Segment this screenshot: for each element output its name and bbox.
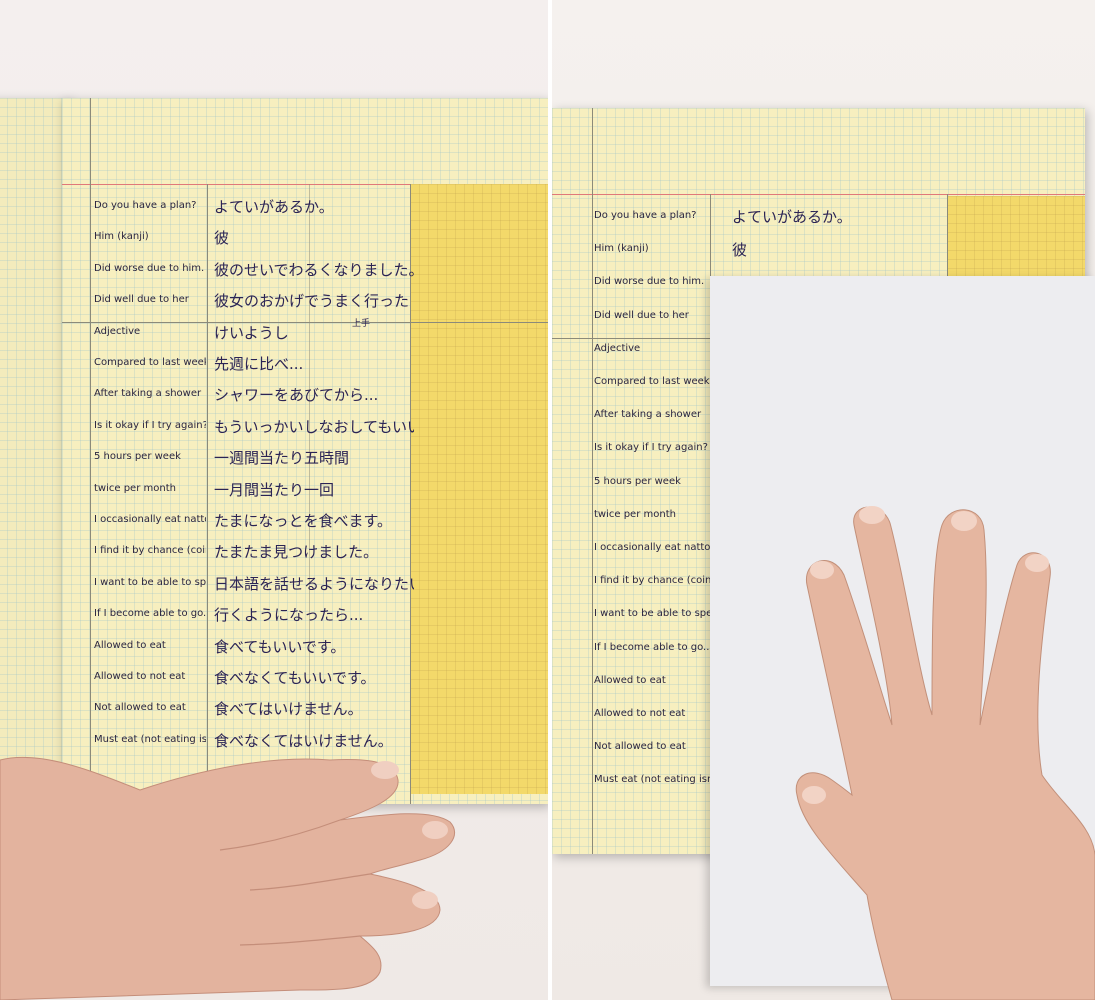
english-phrase: I want to be able to speak Japanese	[94, 576, 206, 588]
japanese-phrase: 先週に比べ...	[214, 355, 304, 373]
english-phrase: I occasionally eat natto	[94, 514, 206, 525]
english-phrase: Did worse due to him.	[594, 276, 705, 288]
english-phrase: Adjective	[594, 342, 641, 354]
column-divider	[207, 184, 208, 804]
english-phrase: Adjective	[94, 325, 141, 337]
japanese-phrase: たまたま見つけました。	[214, 543, 379, 562]
margin-line	[90, 98, 91, 804]
english-phrase: Compared to last week..	[94, 357, 206, 368]
english-phrase: Do you have a plan?	[94, 200, 197, 211]
english-phrase: Must eat (not eating isn't allowed)	[594, 774, 712, 786]
top-red-line	[552, 194, 1085, 195]
japanese-phrase: 彼	[732, 241, 748, 260]
english-phrase: 5 hours per week	[94, 451, 181, 463]
english-phrase: twice per month	[594, 508, 676, 520]
english-phrase: I occasionally eat natto	[594, 542, 711, 553]
english-phrase: Do you have a plan?	[594, 210, 697, 221]
english-phrase: If I become able to go..	[594, 641, 710, 653]
english-phrase: If I become able to go..	[94, 608, 206, 620]
margin-line	[592, 108, 593, 854]
english-phrase: Allowed to eat	[594, 674, 666, 686]
japanese-phrase: 彼	[214, 229, 230, 248]
english-phrase: I find it by chance (coincidence)	[94, 545, 206, 557]
english-phrase: After taking a shower	[594, 409, 702, 421]
right-photo: Do you have a plan? よていがあるか。 Him (kanji) 彼 D…	[552, 0, 1095, 1000]
english-phrase: 5 hours per week	[594, 475, 681, 487]
english-phrase: Not allowed to eat	[594, 741, 686, 753]
english-phrase: Compared to last week	[594, 376, 710, 387]
english-phrase: Him (kanji)	[594, 243, 649, 255]
english-phrase: After taking a shower	[94, 388, 202, 400]
japanese-phrase: 一週間当たり五時間	[214, 449, 350, 468]
highlight-column	[947, 196, 1085, 278]
english-phrase: I want to be able to speak Japanese	[594, 608, 712, 620]
japanese-phrase: よていがあるか。	[214, 198, 334, 216]
english-phrase: Did well due to her	[594, 309, 689, 321]
english-phrase: I find it by chance (coincidence)	[594, 575, 712, 587]
japanese-phrase: 食べなくてもいいです。	[214, 669, 376, 687]
english-phrase: Allowed to not eat	[94, 671, 186, 682]
japanese-phrase: たまになっとを食べます。	[214, 512, 393, 530]
hand	[795, 506, 1095, 1000]
english-phrase: Did worse due to him.	[94, 262, 205, 274]
japanese-phrase: 彼のせいでわるくなりました。	[214, 260, 414, 279]
japanese-phrase: 行くようになったら...	[214, 606, 364, 625]
left-photo: 上手 Do you have a plan? よていがあるか。 Him (kanji…	[0, 0, 548, 1000]
english-phrase: Not allowed to eat	[94, 702, 186, 714]
english-phrase: Him (kanji)	[94, 231, 149, 243]
japanese-phrase: 食べてはいけません。	[214, 700, 363, 719]
japanese-phrase: よていがあるか。	[732, 208, 852, 226]
english-phrase: Is it okay if I try again? (to do it)	[594, 442, 712, 454]
column-divider	[947, 194, 948, 284]
hand	[0, 756, 456, 1000]
japanese-phrase: 彼女のおかげでうまく行った	[214, 292, 410, 311]
japanese-phrase: けいようし	[214, 323, 289, 342]
japanese-phrase: 日本語を話せるようになりたい。	[214, 574, 414, 593]
english-phrase: Is it okay if I try again? (to do it)	[94, 419, 206, 431]
english-phrase: twice per month	[94, 482, 176, 494]
english-phrase: Allowed to eat	[94, 639, 166, 651]
highlight-column	[410, 184, 548, 794]
previous-page	[0, 98, 70, 804]
english-phrase: Did well due to her	[94, 294, 189, 306]
japanese-phrase: シャワーをあびてから...	[214, 386, 379, 405]
japanese-phrase: 一月間当たり一回	[214, 480, 335, 499]
japanese-phrase: もういっかいしなおしてもいいですか。	[214, 417, 414, 436]
english-phrase: Allowed to not eat	[594, 708, 686, 719]
japanese-phrase: 食べてもいいです。	[214, 637, 346, 656]
